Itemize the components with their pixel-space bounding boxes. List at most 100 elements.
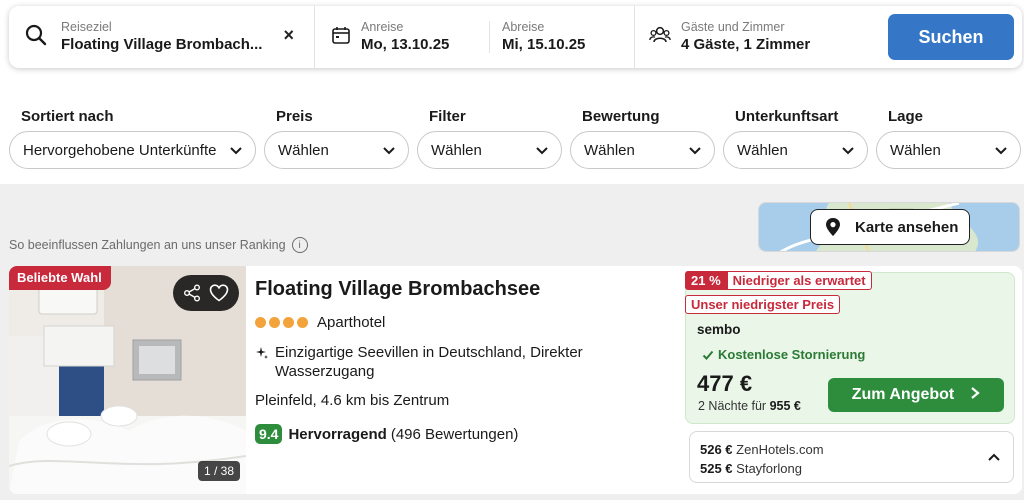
chevron-down-icon	[230, 147, 242, 155]
guests-label: Gäste und Zimmer	[681, 20, 785, 34]
ranking-text: So beeinflussen Zahlungen an uns unser R…	[9, 238, 286, 252]
hotel-location: Pleinfeld, 4.6 km bis Zentrum	[255, 392, 450, 409]
nightly-price: 477 €	[697, 371, 753, 396]
review-count: (496 Bewertungen)	[390, 425, 519, 443]
filter-label: Lage	[888, 108, 924, 125]
price-total: 2 Nächte für 955 €	[698, 399, 801, 413]
hotel-card[interactable]: Beliebte Wahl 1 / 38 Floating Village Br…	[9, 266, 1022, 494]
score-word: Hervorragend	[288, 425, 387, 443]
hotel-name[interactable]: Floating Village Brombachsee	[255, 278, 540, 301]
destination-value[interactable]: Floating Village Brombach...	[61, 35, 262, 55]
checkout-label: Abreise	[502, 20, 545, 34]
feature-text-2: Wasserzugang	[275, 363, 375, 380]
offer-row: 526 € ZenHotels.com	[700, 442, 824, 457]
filter-label: Bewertung	[582, 108, 660, 125]
search-button[interactable]: Suchen	[888, 14, 1014, 60]
chevron-down-icon	[842, 147, 854, 155]
heart-icon[interactable]	[209, 284, 229, 302]
free-cancellation: Kostenlose Stornierung	[702, 347, 865, 362]
map-pin-icon	[826, 218, 840, 236]
info-icon[interactable]: i	[291, 237, 308, 253]
price-select[interactable]: Wählen	[264, 131, 409, 169]
star-dot-icon	[283, 317, 294, 328]
filter-label: Unterkunftsart	[735, 108, 839, 125]
rating-select[interactable]: Wählen	[570, 131, 715, 169]
chevron-down-icon	[383, 147, 395, 155]
discount-badge: 21 %	[685, 271, 727, 290]
date-fields: Anreise Mo, 13.10.25 Abreise Mi, 15.10.2…	[315, 6, 635, 68]
sort-select[interactable]: Hervorgehobene Unterkünfte	[9, 131, 256, 169]
filter-location: Lage Wählen	[876, 108, 1021, 169]
calendar-icon	[331, 25, 351, 50]
filter-label: Filter	[429, 108, 466, 125]
offer-price: 525 €	[700, 461, 733, 476]
offer-site: Stayforlong	[736, 461, 802, 476]
offer-site: ZenHotels.com	[736, 442, 824, 457]
ranking-note[interactable]: So beeinflussen Zahlungen an uns unser R…	[9, 237, 308, 253]
offer-row: 525 € Stayforlong	[700, 461, 802, 476]
filter-label: Preis	[276, 108, 313, 125]
provider-name: sembo	[697, 322, 741, 337]
score-badge: 9.4	[255, 424, 283, 444]
share-icon[interactable]	[183, 284, 201, 302]
sparkle-icon	[256, 347, 268, 359]
offer-price: 526 €	[700, 442, 733, 457]
hotel-photo[interactable]: Beliebte Wahl 1 / 38	[9, 266, 246, 494]
destination-label: Reiseziel	[61, 20, 112, 34]
filter-select[interactable]: Wählen	[417, 131, 562, 169]
deal-tags: 21 % Niedriger als erwartet Unser niedri…	[685, 271, 872, 319]
nights-text: 2 Nächte für	[698, 399, 767, 413]
type-select[interactable]: Wählen	[723, 131, 868, 169]
search-icon	[25, 24, 47, 51]
select-value: Wählen	[431, 141, 482, 159]
filter-sort: Sortiert nach Hervorgehobene Unterkünfte	[9, 108, 256, 169]
star-dot-icon	[255, 317, 266, 328]
location-select[interactable]: Wählen	[876, 131, 1021, 169]
view-deal-button[interactable]: Zum Angebot	[828, 378, 1004, 412]
checkout-value: Mi, 15.10.25	[502, 36, 586, 53]
chevron-down-icon	[536, 147, 548, 155]
lowest-price-tag: Unser niedrigster Preis	[685, 295, 841, 314]
guests-value: 4 Gäste, 1 Zimmer	[681, 36, 811, 53]
total-price: 955 €	[769, 399, 801, 413]
select-value: Wählen	[584, 141, 635, 159]
filter-label: Sortiert nach	[21, 108, 114, 125]
select-value: Hervorgehobene Unterkünfte	[23, 141, 217, 159]
photo-counter: 1 / 38	[198, 461, 241, 481]
chevron-right-icon	[970, 386, 980, 405]
discount-text: Niedriger als erwartet	[726, 271, 872, 290]
filter-rating: Bewertung Wählen	[570, 108, 715, 169]
other-offers[interactable]: 526 € ZenHotels.com 525 € Stayforlong	[689, 431, 1014, 483]
checkmark-icon	[702, 350, 714, 360]
chevron-down-icon	[689, 147, 701, 155]
filter-type: Unterkunftsart Wählen	[723, 108, 868, 169]
feature-text-1: Einzigartige Seevillen in Deutschland, D…	[275, 344, 583, 361]
select-value: Wählen	[890, 141, 941, 159]
hotel-class: Aparthotel	[255, 314, 385, 331]
hotel-rating: 9.4 Hervorragend (496 Bewertungen)	[255, 424, 518, 444]
checkout-field[interactable]: Abreise Mi, 15.10.25	[490, 6, 585, 68]
guests-field[interactable]: Gäste und Zimmer 4 Gäste, 1 Zimmer Suche…	[635, 6, 1022, 68]
filter-filter: Filter Wählen	[417, 108, 562, 169]
cancellation-text: Kostenlose Stornierung	[718, 347, 866, 362]
star-dot-icon	[269, 317, 280, 328]
show-map-button[interactable]: Karte ansehen	[810, 209, 970, 245]
filter-price: Preis Wählen	[264, 108, 409, 169]
show-map-label: Karte ansehen	[855, 218, 959, 236]
select-value: Wählen	[278, 141, 329, 159]
popular-badge: Beliebte Wahl	[9, 266, 111, 290]
chevron-up-icon[interactable]	[987, 451, 1001, 465]
checkin-label: Anreise	[361, 20, 404, 34]
feature-highlight: Einzigartige Seevillen in Deutschland, D…	[255, 343, 605, 381]
star-dot-icon	[297, 317, 308, 328]
photo-actions	[173, 275, 239, 311]
property-type: Aparthotel	[317, 314, 386, 331]
guests-icon	[649, 25, 671, 50]
clear-icon[interactable]: ×	[283, 25, 294, 46]
checkin-value: Mo, 13.10.25	[361, 36, 450, 53]
search-bar: Reiseziel Floating Village Brombach... ×…	[9, 6, 1022, 68]
select-value: Wählen	[737, 141, 788, 159]
chevron-down-icon	[995, 147, 1007, 155]
destination-field[interactable]: Reiseziel Floating Village Brombach... ×	[9, 6, 315, 68]
checkin-field[interactable]: Anreise Mo, 13.10.25	[315, 20, 490, 53]
